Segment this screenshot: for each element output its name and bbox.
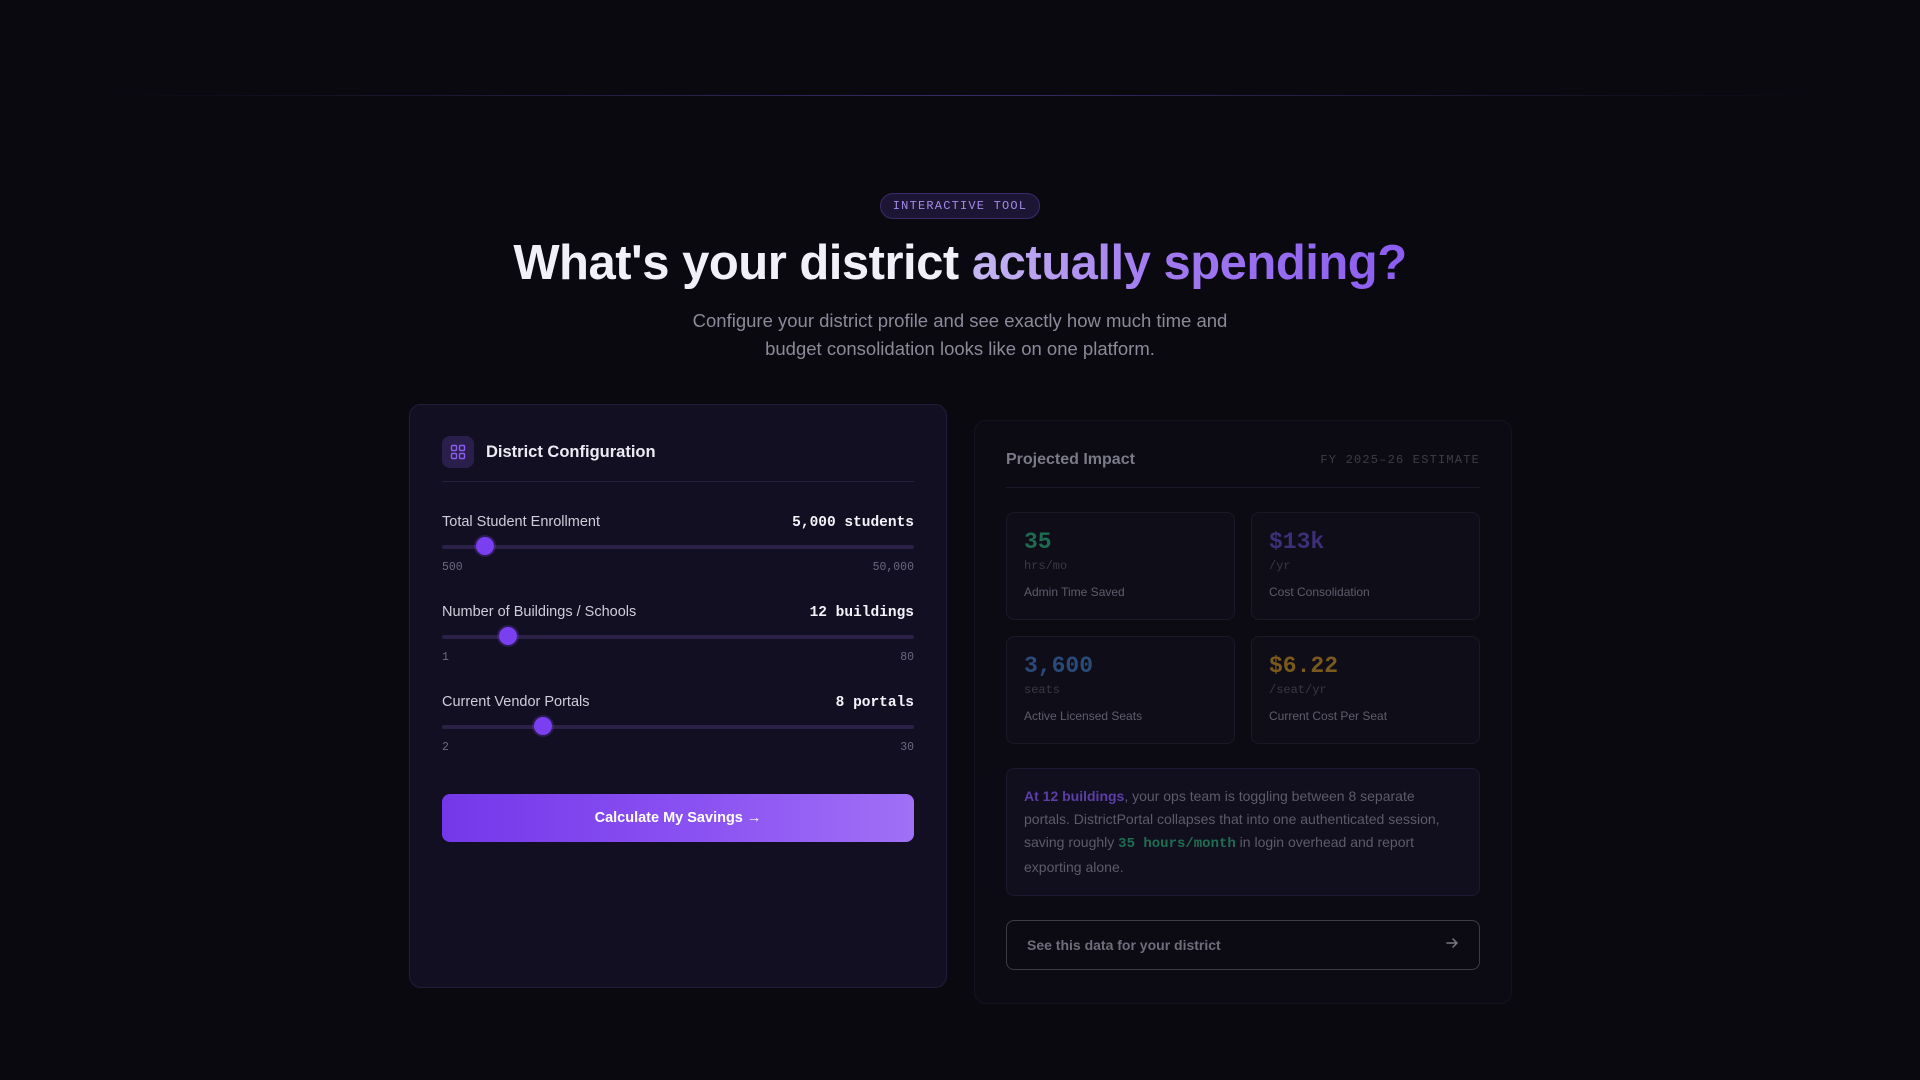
config-panel-header: District Configuration: [442, 436, 914, 482]
metric-card-cost-consolidation: $13k /yr Cost Consolidation: [1251, 512, 1480, 620]
impact-panel-header: Projected Impact FY 2025–26 ESTIMATE: [1006, 451, 1480, 488]
top-divider: [110, 95, 1810, 96]
note-highlight-hours: 35 hours/month: [1118, 836, 1236, 852]
arrow-right-icon: [1445, 936, 1459, 955]
portals-slider-block: Current Vendor Portals 8 portals 2 30: [442, 694, 914, 754]
headline-accent: actually spending?: [971, 236, 1407, 290]
metric-card-cost-per-seat: $6.22 /seat/yr Current Cost Per Seat: [1251, 636, 1480, 744]
projected-impact-panel: Projected Impact FY 2025–26 ESTIMATE 35 …: [974, 420, 1512, 1004]
portals-label: Current Vendor Portals: [442, 694, 590, 710]
page-title: What's your district actually spending?: [0, 233, 1920, 293]
see-district-data-button[interactable]: See this data for your district: [1006, 920, 1480, 970]
metric-label: Cost Consolidation: [1269, 585, 1370, 599]
buildings-slider-block: Number of Buildings / Schools 12 buildin…: [442, 604, 914, 664]
config-panel-title: District Configuration: [486, 442, 656, 461]
portals-max: 30: [900, 741, 914, 754]
enrollment-value: 5,000 students: [792, 515, 914, 531]
metric-unit: /seat/yr: [1269, 683, 1327, 697]
impact-summary-note: At 12 buildings, your ops team is toggli…: [1006, 768, 1480, 896]
note-highlight-buildings: At 12 buildings: [1024, 788, 1125, 804]
metric-value: $6.22: [1269, 653, 1339, 679]
enrollment-slider[interactable]: [442, 537, 914, 555]
impact-panel-title: Projected Impact: [1006, 451, 1135, 468]
calculate-savings-button[interactable]: Calculate My Savings →: [442, 794, 914, 842]
buildings-slider[interactable]: [442, 627, 914, 645]
metric-value: 3,600: [1024, 653, 1094, 679]
enrollment-label: Total Student Enrollment: [442, 514, 600, 530]
enrollment-slider-thumb[interactable]: [475, 537, 494, 555]
headline-plain: What's your district: [513, 236, 959, 290]
hero-section: INTERACTIVE TOOL What's your district ac…: [0, 193, 1920, 363]
enrollment-min: 500: [442, 561, 463, 574]
metric-unit: /yr: [1269, 559, 1291, 573]
buildings-max: 80: [900, 651, 914, 664]
metric-label: Admin Time Saved: [1024, 585, 1125, 599]
buildings-value: 12 buildings: [809, 605, 914, 621]
interactive-tool-badge: INTERACTIVE TOOL: [879, 193, 1041, 219]
enrollment-slider-block: Total Student Enrollment 5,000 students …: [442, 514, 914, 574]
buildings-min: 1: [442, 651, 449, 664]
portals-slider-thumb[interactable]: [534, 717, 553, 735]
estimate-label: FY 2025–26 ESTIMATE: [1320, 453, 1480, 467]
buildings-label: Number of Buildings / Schools: [442, 604, 637, 620]
metric-label: Active Licensed Seats: [1024, 709, 1143, 723]
metric-card-licensed-seats: 3,600 seats Active Licensed Seats: [1006, 636, 1235, 744]
metric-value: 35: [1024, 529, 1052, 555]
buildings-slider-thumb[interactable]: [498, 627, 517, 645]
cta-label: See this data for your district: [1027, 937, 1221, 953]
page-subtitle: Configure your district profile and see …: [692, 310, 1228, 359]
metric-unit: hrs/mo: [1024, 559, 1068, 573]
portals-slider[interactable]: [442, 717, 914, 735]
portals-min: 2: [442, 741, 449, 754]
metric-unit: seats: [1024, 683, 1061, 697]
grid-icon: [442, 436, 474, 468]
portals-value: 8 portals: [835, 695, 914, 711]
metric-value: $13k: [1269, 529, 1325, 555]
enrollment-max: 50,000: [872, 561, 914, 574]
district-configuration-panel: District Configuration Total Student Enr…: [409, 404, 947, 988]
metric-card-admin-time: 35 hrs/mo Admin Time Saved: [1006, 512, 1235, 620]
metric-label: Current Cost Per Seat: [1269, 709, 1388, 723]
metrics-grid: 35 hrs/mo Admin Time Saved $13k /yr Cost…: [1006, 512, 1480, 744]
